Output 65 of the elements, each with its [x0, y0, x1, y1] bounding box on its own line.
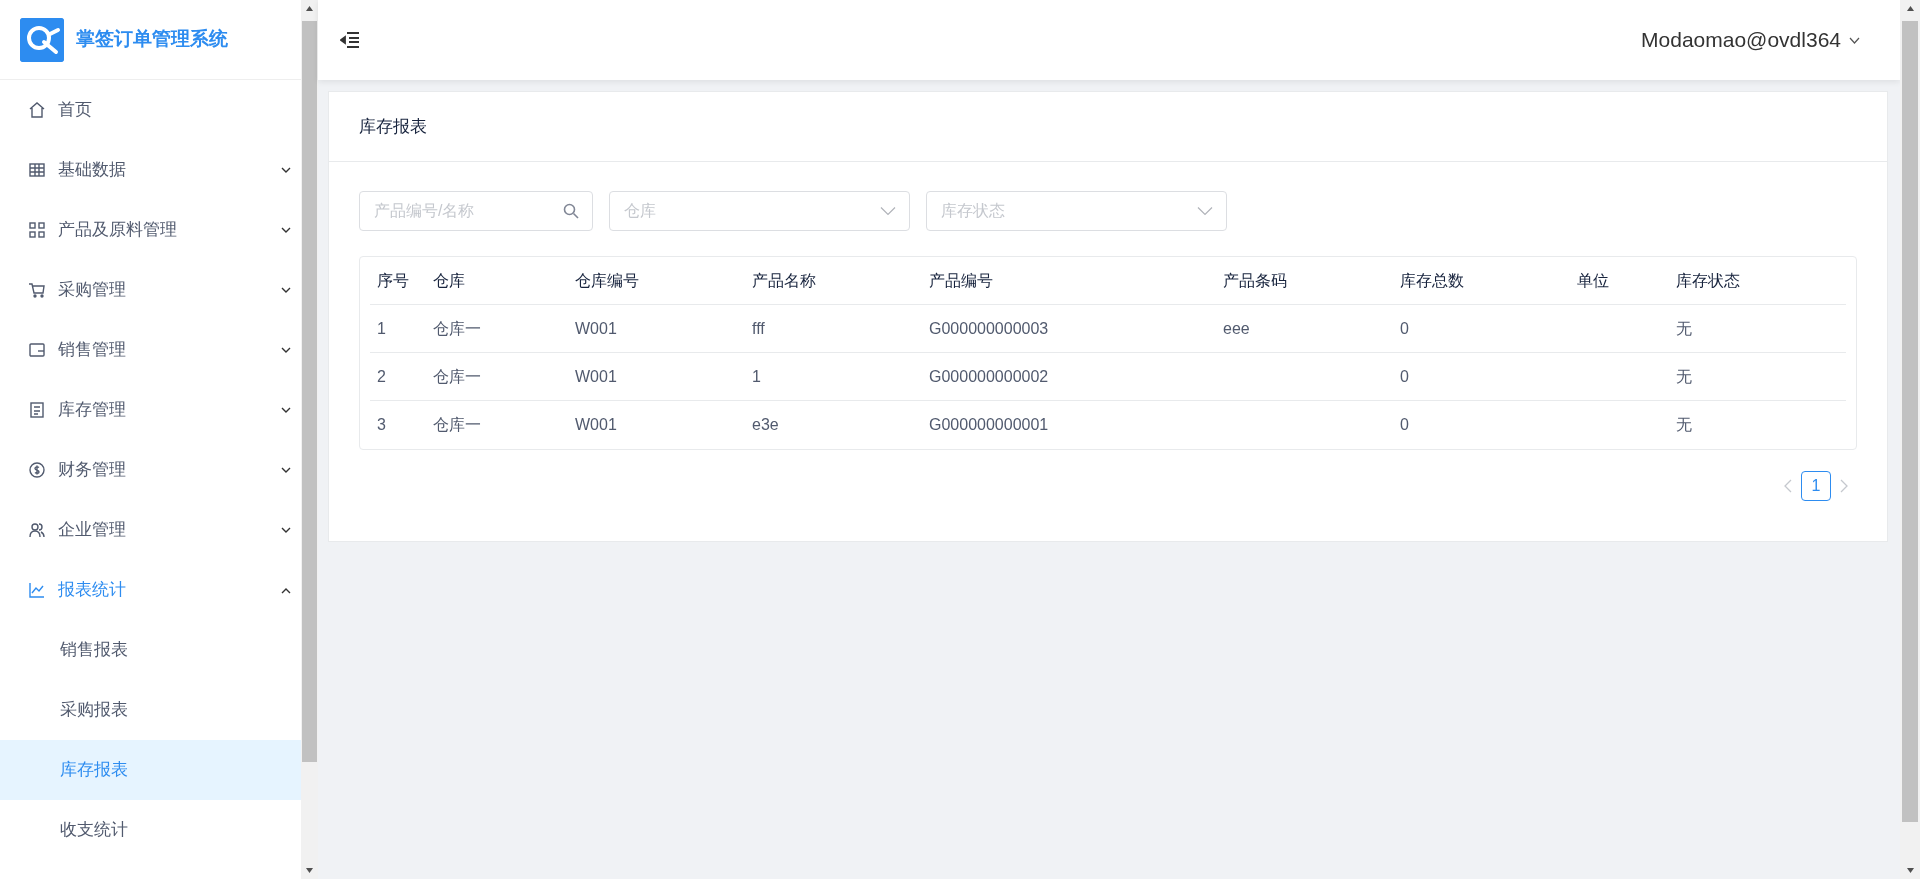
page-title: 库存报表 [359, 115, 427, 138]
table-cell-text: W001 [575, 366, 618, 387]
table-cell-text: 仓库一 [433, 366, 482, 387]
menu-item[interactable]: 企业管理 [0, 500, 301, 560]
wallet-icon [28, 341, 46, 359]
chevron-down-icon [1849, 36, 1860, 44]
menu-item[interactable]: 销售管理 [0, 320, 301, 380]
status-select[interactable]: 库存状态 [926, 191, 1227, 231]
table-cell-text: W001 [575, 415, 618, 435]
table-cell-text: fff [752, 318, 766, 339]
chevron-down-icon[interactable] [1197, 206, 1213, 216]
menu-item[interactable]: 库存管理 [0, 380, 301, 440]
table-cell-text: 仓库一 [433, 415, 482, 435]
table-cell-text: 仓库一 [433, 318, 482, 339]
home-icon [28, 101, 46, 119]
page-button[interactable]: 1 [1801, 471, 1831, 501]
document-icon [28, 401, 46, 419]
search-field[interactable]: 产品编号/名称 [359, 191, 593, 231]
submenu-item[interactable]: 销售报表 [0, 620, 301, 680]
users-icon [28, 521, 46, 539]
table-cell-text: 无 [1676, 366, 1693, 387]
menu-item[interactable]: 采购管理 [0, 260, 301, 320]
column-header: 序号 [377, 270, 410, 291]
table-cell-text: e3e [752, 415, 780, 435]
submenu-item[interactable]: 收支统计 [0, 800, 301, 860]
grid-icon [28, 161, 46, 179]
column-header: 仓库 [433, 270, 466, 291]
column-header: 产品名称 [752, 270, 817, 291]
table-cell-text: 2 [377, 366, 387, 387]
menu-item[interactable]: 基础数据 [0, 140, 301, 200]
column-header: 单位 [1577, 270, 1610, 291]
chart-icon [28, 581, 46, 599]
column-header: 产品编号 [929, 270, 994, 291]
table-cell-text: 0 [1400, 366, 1410, 387]
table-cell-text: 1 [377, 318, 387, 339]
table-cell-text: 1 [752, 366, 762, 387]
logo-icon [20, 17, 64, 62]
search-icon[interactable] [563, 203, 579, 219]
column-header: 库存总数 [1400, 270, 1465, 291]
menu-icon[interactable] [340, 31, 360, 49]
table-cell-text: W001 [575, 318, 618, 339]
cart-icon [28, 281, 46, 299]
submenu-item[interactable]: 采购报表 [0, 680, 301, 740]
table-cell-text: G000000000001 [929, 415, 1050, 435]
chevron-down-icon[interactable] [880, 206, 896, 216]
user-menu[interactable]: Modaomao@ovdl364 [1641, 24, 1860, 56]
menu-item[interactable]: 报表统计 [0, 560, 301, 620]
menu-item[interactable]: 产品及原料管理 [0, 200, 301, 260]
dollar-icon [28, 461, 46, 479]
table-cell-text: G000000000003 [929, 318, 1050, 339]
menu-item[interactable]: 财务管理 [0, 440, 301, 500]
column-header: 产品条码 [1223, 270, 1288, 291]
table-cell-text: 无 [1676, 318, 1693, 339]
table-cell-text: G000000000002 [929, 366, 1050, 387]
table-cell-text: 无 [1676, 415, 1693, 435]
column-header: 库存状态 [1676, 270, 1741, 291]
menu-item[interactable]: 首页 [0, 80, 301, 140]
table-cell-text: 0 [1400, 318, 1410, 339]
table-cell-text: 3 [377, 415, 387, 435]
apps-icon [28, 221, 46, 239]
warehouse-select[interactable]: 仓库 [609, 191, 910, 231]
table-cell-text: eee [1223, 318, 1251, 339]
table-cell-text: 0 [1400, 415, 1410, 435]
column-header: 仓库编号 [575, 270, 640, 291]
app-title: 掌签订单管理系统 [76, 27, 228, 52]
